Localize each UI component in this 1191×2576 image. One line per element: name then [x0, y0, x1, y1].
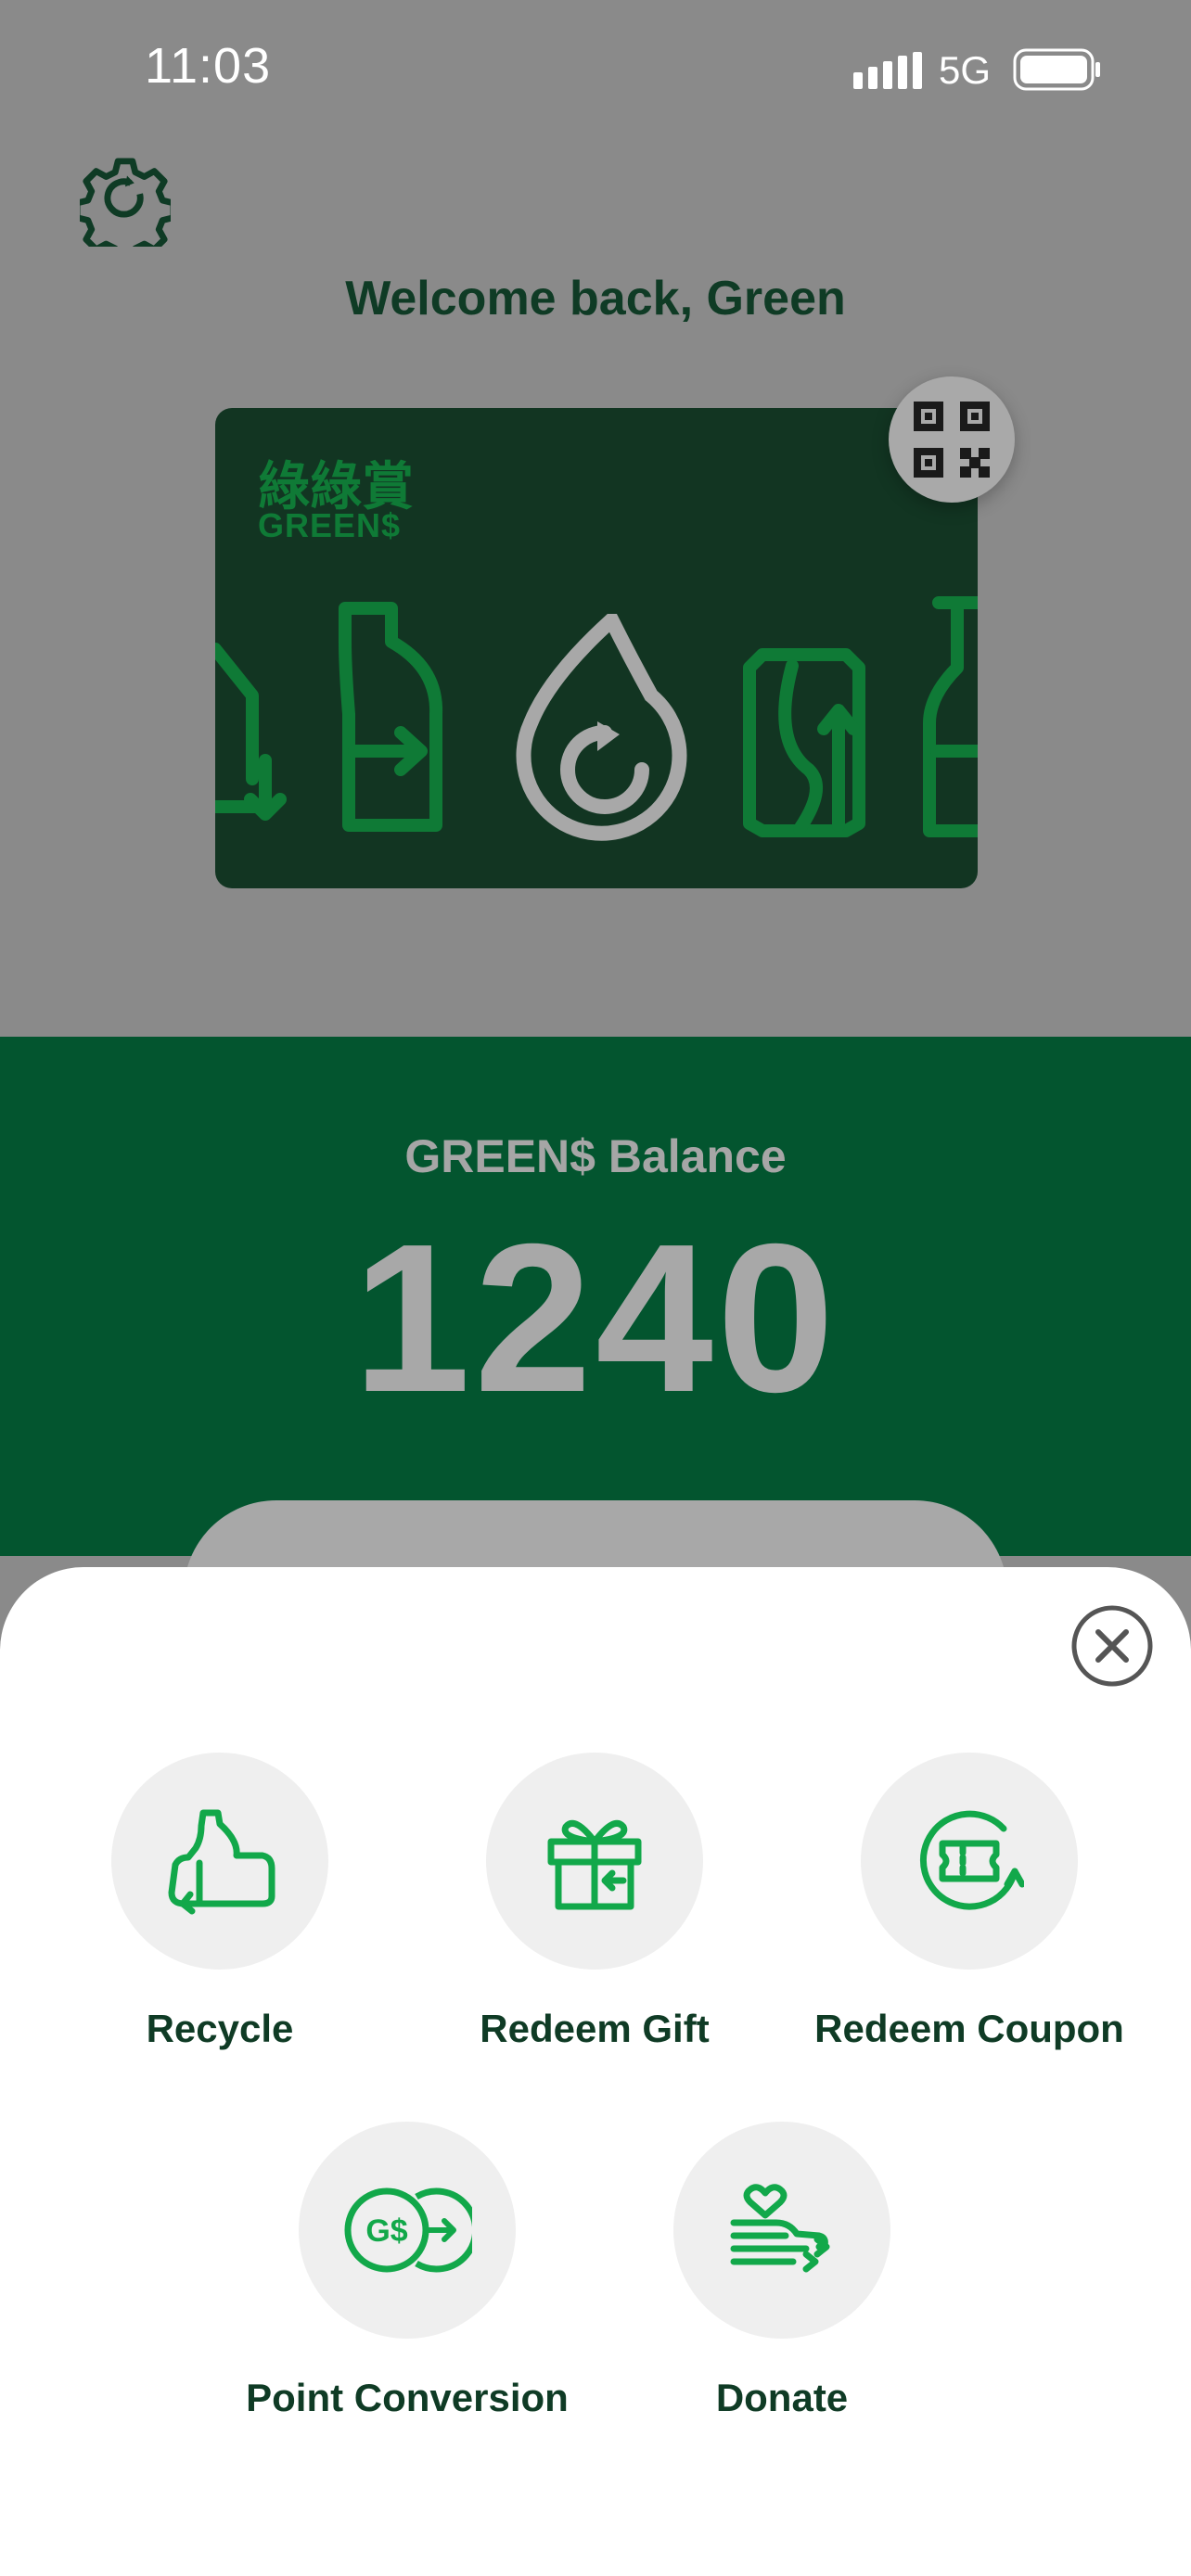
signal-icon — [853, 52, 922, 89]
point-conversion-button[interactable]: G$ — [299, 2122, 516, 2339]
donate-label: Donate — [715, 2376, 849, 2419]
balance-label: GREEN$ Balance — [404, 1130, 787, 1182]
point-conversion-label: Point Conversion — [246, 2376, 569, 2419]
donate-icon — [730, 2184, 830, 2273]
recycle-button[interactable] — [111, 1753, 328, 1970]
actions-bottom-sheet — [0, 1567, 1191, 2576]
balance-value: 1240 — [352, 1201, 839, 1436]
status-time: 11:03 — [145, 38, 272, 94]
settings-gear-icon[interactable] — [80, 156, 171, 247]
welcome-greeting: Welcome back, Green — [345, 272, 846, 325]
qr-code-icon — [914, 402, 990, 478]
coupon-icon — [919, 1810, 1024, 1910]
battery-icon — [1013, 48, 1100, 91]
card-title-english: GREEN$ — [258, 506, 402, 544]
redeem-coupon-button[interactable] — [861, 1753, 1078, 1970]
redeem-gift-label: Redeem Gift — [480, 2007, 710, 2050]
recycling-illustration — [215, 596, 978, 841]
membership-card[interactable]: 綠綠賞 GREEN$ — [215, 408, 978, 888]
redeem-gift-button[interactable] — [486, 1753, 703, 1970]
recycle-label: Recycle — [146, 2007, 294, 2050]
donate-button[interactable] — [673, 2122, 890, 2339]
gift-icon — [547, 1820, 642, 1910]
redeem-coupon-label: Redeem Coupon — [814, 2007, 1124, 2050]
network-type: 5G — [939, 48, 992, 92]
close-icon[interactable] — [1070, 1604, 1154, 1688]
svg-text:G$: G$ — [365, 2213, 407, 2249]
recycle-bottle-icon — [168, 1809, 275, 1915]
point-conversion-icon: G$ — [344, 2187, 472, 2273]
qr-code-button[interactable] — [889, 376, 1015, 503]
